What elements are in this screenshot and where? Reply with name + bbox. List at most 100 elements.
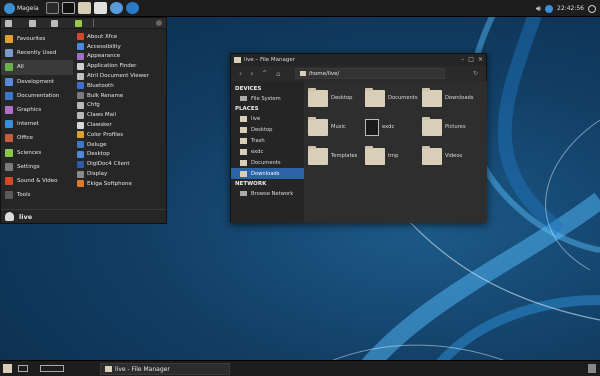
app-item-accessibility[interactable]: Accessibility — [75, 42, 167, 52]
category-recently-used[interactable]: Recently Used — [1, 46, 73, 60]
file-label: Templates — [331, 153, 358, 159]
file-manager-window: live – File Manager – □ × ‹ › ⌃ ⌂ /home/… — [230, 53, 487, 223]
power-icon[interactable] — [588, 4, 596, 13]
settings-icon — [5, 162, 13, 171]
app-item-application-finder[interactable]: Application Finder — [75, 61, 167, 71]
sidebar-item-trash[interactable]: Trash — [231, 135, 304, 146]
file-item-music[interactable]: Music — [308, 114, 364, 140]
text-editor-icon[interactable] — [93, 2, 107, 14]
app-item-clawsker[interactable]: Clawsker — [75, 120, 167, 130]
maximize-icon[interactable]: □ — [468, 56, 474, 63]
app-item-color-profiles[interactable]: Color Profiles — [75, 130, 167, 140]
category-internet[interactable]: Internet — [1, 117, 73, 131]
clock[interactable]: 22:42:56 — [557, 5, 584, 12]
search-field-separator — [93, 19, 94, 27]
trash-icon[interactable] — [588, 364, 596, 373]
home-icon[interactable]: ⌂ — [276, 70, 280, 78]
file-item-exdc[interactable]: exdc — [365, 114, 421, 140]
sidebar-item-desktop[interactable]: Desktop — [231, 124, 304, 135]
folder-icon — [365, 145, 385, 165]
switch-user-icon[interactable] — [51, 19, 58, 27]
location-bar[interactable]: /home/live/ — [294, 68, 445, 79]
file-item-documents[interactable]: Documents — [365, 85, 421, 111]
minimize-icon[interactable]: – — [461, 56, 464, 63]
app-item-atril-document-viewer[interactable]: Atril Document Viewer — [75, 71, 167, 81]
sidebar-item-live[interactable]: live — [231, 113, 304, 124]
browser-icon[interactable] — [109, 2, 123, 14]
folder-icon — [308, 116, 328, 136]
sidebar-item-documents[interactable]: Documents — [231, 157, 304, 168]
terminal-icon[interactable] — [45, 2, 59, 14]
app-label: Color Profiles — [87, 131, 124, 138]
applications-menu: Favourites Recently Used All Development Doc… — [0, 17, 167, 224]
category-office[interactable]: Office — [1, 131, 73, 145]
search-clear-icon[interactable] — [156, 20, 162, 26]
category-favourites[interactable]: Favourites — [1, 32, 73, 46]
lock-screen-icon[interactable] — [29, 19, 36, 27]
app-label: Desktop — [87, 151, 110, 158]
app-label: Appearance — [87, 53, 121, 60]
file-item-downloads[interactable]: Downloads — [422, 85, 478, 111]
app-item-bulk-rename[interactable]: Bulk Rename — [75, 91, 167, 101]
back-icon[interactable]: ‹ — [239, 69, 242, 78]
show-desktop-icon[interactable] — [3, 364, 12, 373]
app-item-display[interactable]: Display — [75, 169, 167, 179]
category-graphics[interactable]: Graphics — [1, 103, 73, 117]
category-development[interactable]: Development — [1, 75, 73, 89]
taskbar-item-file-manager[interactable]: live - File Manager — [100, 363, 230, 375]
sidebar-item-browse-network[interactable]: Browse Network — [231, 188, 304, 199]
office-icon — [5, 134, 13, 143]
file-item-templates[interactable]: Templates — [308, 143, 364, 169]
network-icon[interactable] — [545, 4, 554, 13]
places-header: PLACES — [235, 105, 259, 112]
volume-icon[interactable]: 🔊︎ — [536, 4, 541, 14]
folder-icon — [365, 87, 385, 107]
reload-icon[interactable]: ↻ — [473, 70, 478, 77]
app-label: Accessibility — [87, 43, 121, 50]
app-item-desktop[interactable]: Desktop — [75, 150, 167, 160]
category-sciences[interactable]: Sciences — [1, 146, 73, 160]
app-item-digidoc4-client[interactable]: DigiDoc4 Client — [75, 159, 167, 169]
app-item-bluetooth[interactable]: Bluetooth — [75, 81, 167, 91]
star-icon — [5, 35, 13, 44]
log-out-icon[interactable] — [75, 19, 82, 27]
app-label: Ekiga Softphone — [87, 180, 132, 187]
place-folder-icon — [240, 170, 247, 177]
forward-icon[interactable]: › — [250, 69, 253, 78]
app-item-claws-mail[interactable]: Claws Mail — [75, 110, 167, 120]
file-manager-icon[interactable] — [77, 2, 91, 14]
graphics-icon — [5, 106, 13, 115]
window-icon[interactable] — [61, 2, 75, 14]
category-sound-video[interactable]: Sound & Video — [1, 174, 73, 188]
update-icon[interactable] — [125, 2, 139, 14]
applications-menu-button[interactable]: Mageia — [3, 2, 42, 15]
sidebar-item-file-system[interactable]: File System — [231, 93, 304, 104]
category-settings[interactable]: Settings — [1, 160, 73, 174]
up-icon[interactable]: ⌃ — [261, 69, 268, 78]
app-icon — [77, 141, 84, 149]
app-item-about-xfce[interactable]: About Xfce — [75, 32, 167, 42]
app-item-ekiga-softphone[interactable]: Ekiga Softphone — [75, 179, 167, 189]
file-item-desktop[interactable]: Desktop — [308, 85, 364, 111]
sidebar-item-exdc[interactable]: exdc — [231, 146, 304, 157]
close-icon[interactable]: × — [478, 56, 483, 63]
app-icon — [77, 43, 84, 51]
settings-manager-icon[interactable] — [5, 19, 12, 27]
category-all[interactable]: All — [1, 60, 73, 75]
file-item-videos[interactable]: Videos — [422, 143, 478, 169]
workspace-1-icon[interactable] — [18, 365, 28, 372]
sidebar-item-downloads[interactable]: Downloads — [231, 168, 304, 179]
app-item-chfg[interactable]: Chfg — [75, 101, 167, 111]
window-titlebar[interactable]: live – File Manager – □ × — [231, 54, 486, 66]
file-item-tmp[interactable]: tmp — [365, 143, 421, 169]
app-item-appearance[interactable]: Appearance — [75, 52, 167, 62]
category-documentation[interactable]: Documentation — [1, 89, 73, 103]
category-tools[interactable]: Tools — [1, 188, 73, 202]
workspace-2-icon[interactable] — [40, 365, 64, 372]
app-item-deluge[interactable]: Deluge — [75, 140, 167, 150]
tools-icon — [5, 191, 13, 200]
file-item-pictures[interactable]: Pictures — [422, 114, 478, 140]
sidebar-item-label: Downloads — [251, 170, 280, 177]
top-panel: Mageia 🔊︎ 22:42:56 — [0, 0, 600, 17]
user-name: live — [19, 212, 33, 221]
